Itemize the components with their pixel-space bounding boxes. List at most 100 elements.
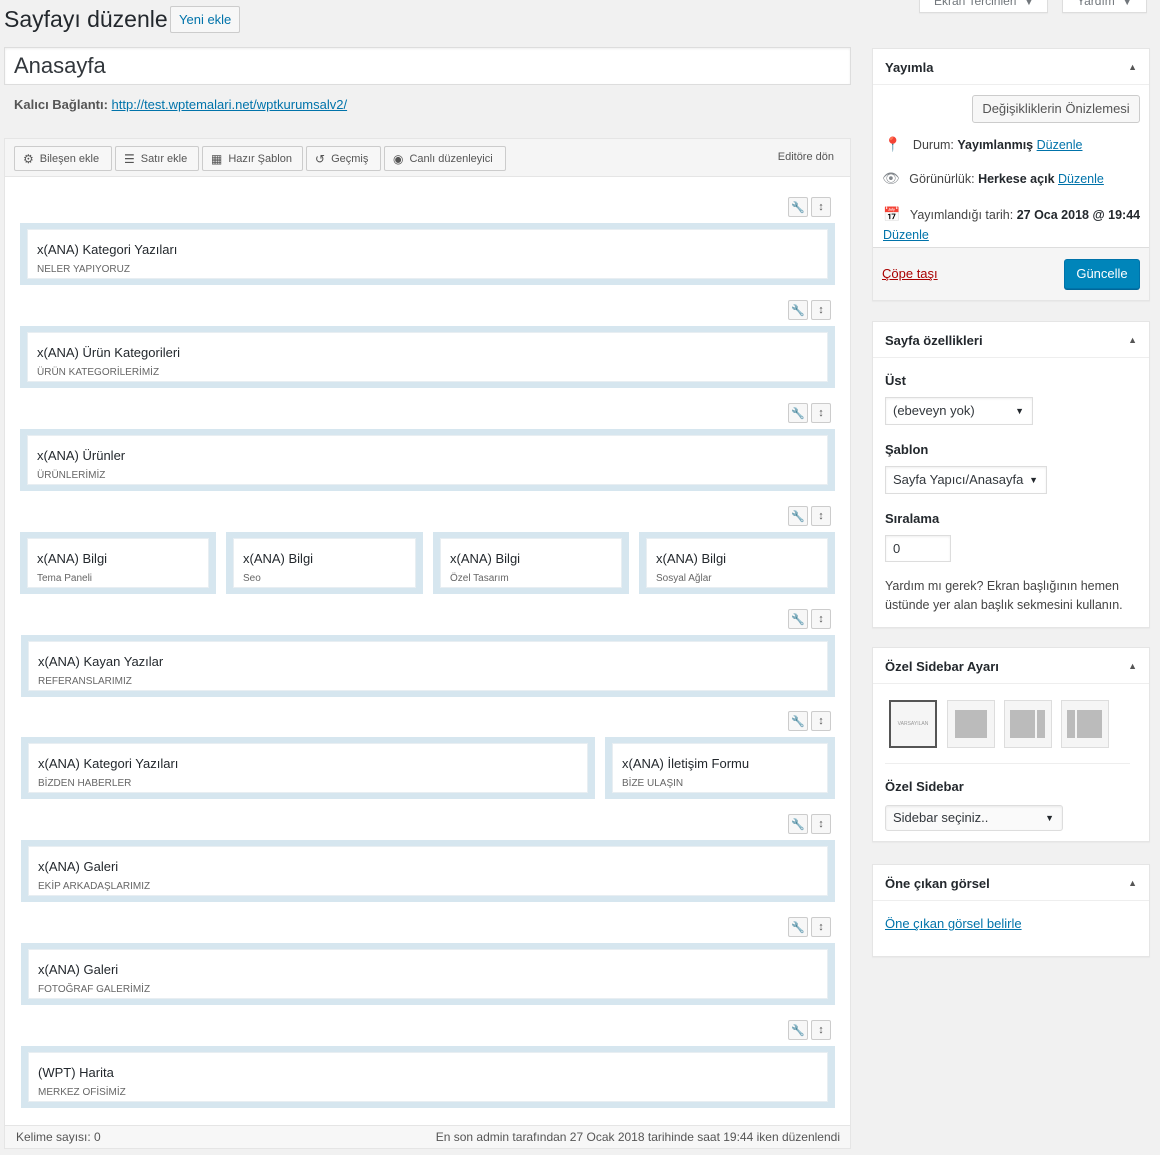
widget-cell[interactable]: x(ANA) Kategori Yazıları BİZDEN HABERLER [28,743,588,793]
permalink-label: Kalıcı Bağlantı: [14,97,108,112]
collapse-arrow-icon[interactable]: ▲ [1128,661,1137,671]
status-line: 📍 Durum: Yayımlanmış Düzenle [884,136,1083,152]
wrench-icon[interactable]: 🔧 [788,917,808,937]
widget-subtitle: ÜRÜN KATEGORİLERİMİZ [37,367,160,378]
widget-cell[interactable]: x(ANA) Bilgi Seo [233,538,416,588]
edit-date-link[interactable]: Düzenle [883,228,929,242]
update-button[interactable]: Güncelle [1064,259,1140,289]
collapse-arrow-icon[interactable]: ▲ [1128,62,1137,72]
move-icon[interactable]: ↕ [811,403,831,423]
widget-subtitle: Sosyal Ağlar [656,573,712,584]
edit-status-link[interactable]: Düzenle [1037,138,1083,152]
content-block-icon [1077,710,1102,738]
wrench-icon[interactable]: 🔧 [788,609,808,629]
wrench-icon[interactable]: 🔧 [788,403,808,423]
widget-cell[interactable]: x(ANA) Ürünler ÜRÜNLERİMİZ [27,435,828,485]
row-tools: 🔧 ↕ [788,197,831,217]
layout-left-sidebar-thumb[interactable] [1061,700,1109,748]
move-icon[interactable]: ↕ [811,197,831,217]
widget-cell[interactable]: x(ANA) Bilgi Tema Paneli [27,538,209,588]
add-new-button[interactable]: Yeni ekle [170,6,241,33]
widget-cell[interactable]: x(ANA) Ürün Kategorileri ÜRÜN KATEGORİLE… [27,332,828,382]
row-tools: 🔧 ↕ [788,300,831,320]
widget-subtitle: Tema Paneli [37,573,93,584]
back-to-editor-link[interactable]: Editöre dön [778,151,834,163]
live-editor-button[interactable]: ◉ Canlı düzenleyici [384,146,506,171]
widget-cell[interactable]: x(ANA) İletişim Formu BİZE ULAŞIN [612,743,828,793]
permalink-link[interactable]: http://test.wptemalari.net/wptkurumsalv2… [112,97,348,112]
wrench-icon[interactable]: 🔧 [788,1020,808,1040]
parent-label: Üst [885,373,906,388]
layout-full-width-thumb[interactable] [947,700,995,748]
order-input[interactable]: 0 [885,535,951,562]
builder-row[interactable]: x(ANA) Kategori Yazıları NELER YAPIYORUZ [20,223,835,285]
widget-cell[interactable]: x(ANA) Kayan Yazılar REFERANSLARIMIZ [28,641,828,691]
screen-options-label: Ekran Tercihleri [934,0,1017,8]
help-tab[interactable]: Yardım ▼ [1062,0,1147,13]
widget-title: x(ANA) Ürünler [37,448,126,463]
widget-cell[interactable]: x(ANA) Kategori Yazıları NELER YAPIYORUZ [27,229,828,279]
builder-row[interactable]: x(ANA) Bilgi Tema Paneli x(ANA) Bilgi Se… [20,532,835,594]
full-width-icon [955,710,987,738]
move-icon[interactable]: ↕ [811,917,831,937]
edit-visibility-link[interactable]: Düzenle [1058,172,1104,186]
custom-sidebar-select[interactable]: Sidebar seçiniz.. ▼ [885,805,1063,831]
history-icon: ↺ [315,151,326,166]
template-select[interactable]: Sayfa Yapıcı/Anasayfa ▼ [885,466,1047,494]
title-input[interactable]: Anasayfa [4,47,851,85]
wrench-icon[interactable]: 🔧 [788,711,808,731]
collapse-arrow-icon[interactable]: ▲ [1128,878,1137,888]
set-featured-image-link[interactable]: Öne çıkan görsel belirle [885,916,1022,931]
move-icon[interactable]: ↕ [811,300,831,320]
widget-cell[interactable]: x(ANA) Galeri FOTOĞRAF GALERİMİZ [28,949,828,999]
preview-changes-button[interactable]: Değişikliklerin Önizlemesi [972,95,1140,123]
wrench-icon[interactable]: 🔧 [788,506,808,526]
widget-cell[interactable]: x(ANA) Galeri EKİP ARKADAŞLARIMIZ [28,846,828,896]
eye-icon: 👁 [882,170,900,186]
move-icon[interactable]: ↕ [811,711,831,731]
order-label: Sıralama [885,511,940,526]
publish-box-header[interactable]: Yayımla ▲ [873,49,1149,85]
page-attributes-box: Sayfa özellikleri ▲ Üst (ebeveyn yok) ▼ Şa… [872,321,1150,628]
move-icon[interactable]: ↕ [811,506,831,526]
layout-right-sidebar-thumb[interactable] [1004,700,1052,748]
builder-row[interactable]: (WPT) Harita MERKEZ OFİSİMİZ [21,1046,835,1108]
rows-icon: ☰ [124,151,135,166]
wrench-icon[interactable]: 🔧 [788,814,808,834]
wrench-icon[interactable]: 🔧 [788,197,808,217]
layout-default-thumb[interactable]: VARSAYILAN [889,700,937,748]
builder-row[interactable]: x(ANA) Kategori Yazıları BİZDEN HABERLER… [21,737,835,799]
widget-cell[interactable]: x(ANA) Bilgi Sosyal Ağlar [646,538,828,588]
builder-row[interactable]: x(ANA) Galeri EKİP ARKADAŞLARIMIZ [21,840,835,902]
parent-select[interactable]: (ebeveyn yok) ▼ [885,397,1033,425]
builder-row[interactable]: x(ANA) Kayan Yazılar REFERANSLARIMIZ [21,635,835,697]
history-button[interactable]: ↺ Geçmiş [306,146,381,171]
widget-subtitle: Özel Tasarım [450,573,509,584]
add-row-button[interactable]: ☰ Satır ekle [115,146,199,171]
add-widget-button[interactable]: ⚙ Bileşen ekle [14,146,112,171]
wrench-icon[interactable]: 🔧 [788,300,808,320]
move-icon[interactable]: ↕ [811,814,831,834]
widget-cell[interactable]: (WPT) Harita MERKEZ OFİSİMİZ [28,1052,828,1102]
prebuilt-layout-button[interactable]: ▦ Hazır Şablon [202,146,303,171]
featured-image-header[interactable]: Öne çıkan görsel ▲ [873,865,1149,901]
builder-row[interactable]: x(ANA) Ürün Kategorileri ÜRÜN KATEGORİLE… [20,326,835,388]
builder-row[interactable]: x(ANA) Galeri FOTOĞRAF GALERİMİZ [21,943,835,1005]
collapse-arrow-icon[interactable]: ▲ [1128,335,1137,345]
row-column: x(ANA) Kategori Yazıları BİZDEN HABERLER [21,737,595,799]
visibility-value: Herkese açık [978,172,1055,186]
page-attributes-header[interactable]: Sayfa özellikleri ▲ [873,322,1149,358]
widget-title: x(ANA) Ürün Kategorileri [37,345,181,360]
move-icon[interactable]: ↕ [811,609,831,629]
help-text: Yardım mı gerek? Ekran başlığının hemen … [885,579,1123,612]
trash-link[interactable]: Çöpe taşı [882,266,938,281]
custom-sidebar-header[interactable]: Özel Sidebar Ayarı ▲ [873,648,1149,684]
widget-title: x(ANA) Bilgi [243,551,314,566]
row-column: x(ANA) Bilgi Seo [226,532,423,594]
screen-options-tab[interactable]: Ekran Tercihleri ▼ [919,0,1049,13]
widget-cell[interactable]: x(ANA) Bilgi Özel Tasarım [440,538,622,588]
help-label: Yardım [1077,0,1115,8]
move-icon[interactable]: ↕ [811,1020,831,1040]
widget-title: x(ANA) Galeri [38,962,119,977]
builder-row[interactable]: x(ANA) Ürünler ÜRÜNLERİMİZ [20,429,835,491]
